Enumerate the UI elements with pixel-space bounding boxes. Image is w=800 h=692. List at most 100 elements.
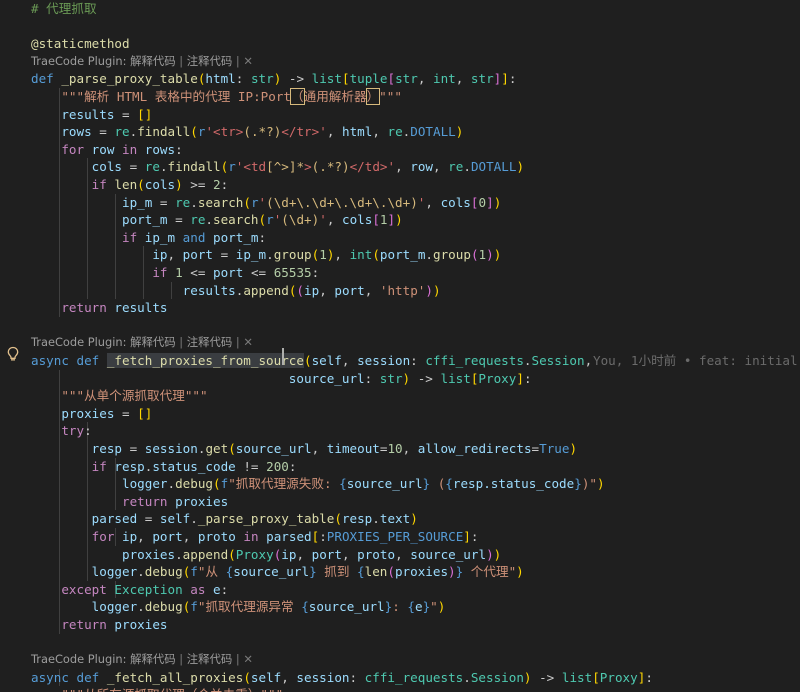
code-token: resp.status_code xyxy=(452,476,575,492)
git-blame-annotation[interactable]: You, 1小时前 • feat: initial c xyxy=(593,352,800,370)
code-line[interactable]: for ip, port, proto in parsed[:PROXIES_P… xyxy=(0,528,800,546)
code-token: int xyxy=(433,71,456,87)
code-token: session xyxy=(296,669,350,685)
code-token: . xyxy=(190,511,198,527)
code-token: ] xyxy=(501,71,509,87)
code-line[interactable]: results = [] xyxy=(0,106,800,124)
code-token: re xyxy=(175,194,191,210)
code-line[interactable]: return proxies xyxy=(0,493,800,511)
code-token: { xyxy=(301,599,309,615)
lightbulb-icon[interactable] xyxy=(6,346,20,362)
code-line[interactable]: parsed = self._parse_proxy_table(resp.te… xyxy=(0,510,800,528)
code-line[interactable]: """解析 HTML 表格中的代理 IP:Port（通用解析器）""" xyxy=(0,88,800,106)
code-line[interactable]: except Exception as e: xyxy=(0,581,800,599)
code-line[interactable]: """从所有源抓取代理（合并去重）""" xyxy=(0,686,800,692)
code-line[interactable]: resp = session.get(source_url, timeout=1… xyxy=(0,440,800,458)
code-line[interactable]: async def _fetch_proxies_from_source(sel… xyxy=(0,352,800,370)
code-token: ) xyxy=(455,124,464,140)
code-line[interactable]: async def _fetch_all_proxies(self, sessi… xyxy=(0,669,800,687)
code-line[interactable] xyxy=(0,634,800,652)
code-token: "抓取代理源异常 xyxy=(197,599,302,615)
code-line[interactable]: rows = re.findall(r'<tr>(.*?)</tr>', htm… xyxy=(0,123,800,141)
code-token: ( xyxy=(296,282,305,298)
code-line[interactable]: proxies = [] xyxy=(0,405,800,423)
code-token: [] xyxy=(137,106,153,122)
code-token: (\d+\.\d+\.\d+\.\d+) xyxy=(266,194,418,210)
code-line[interactable]: return results xyxy=(0,299,800,317)
code-token: = xyxy=(91,124,115,140)
annotate-code-link[interactable]: 注释代码 xyxy=(187,652,233,666)
code-line[interactable]: results.append((ip, port, 'http')) xyxy=(0,282,800,300)
code-token: } xyxy=(574,476,582,492)
code-lens-separator: | xyxy=(175,53,187,68)
code-token: . xyxy=(463,159,471,175)
explain-code-link[interactable]: 解释代码 xyxy=(130,54,176,68)
code-token: '<tr> xyxy=(205,124,244,140)
code-line[interactable] xyxy=(0,317,800,335)
code-token: , xyxy=(341,353,358,368)
code-token: resp xyxy=(91,441,123,456)
code-line[interactable]: logger.debug(f"抓取代理源失败: {source_url} ({r… xyxy=(0,475,800,493)
code-line[interactable]: """从单个源抓取代理""" xyxy=(0,387,800,405)
code-line[interactable]: @staticmethod xyxy=(0,35,800,53)
code-line[interactable]: proxies.append(Proxy(ip, port, proto, so… xyxy=(0,546,800,564)
code-token: { xyxy=(357,564,365,580)
code-token: , xyxy=(326,124,342,140)
code-line[interactable]: try: xyxy=(0,422,800,440)
code-line[interactable]: ip_m = re.search(r'(\d+\.\d+\.\d+\.\d+)'… xyxy=(0,194,800,212)
code-line[interactable]: for row in rows: xyxy=(0,141,800,159)
code-token: timeout xyxy=(326,441,380,456)
code-token: def xyxy=(31,71,62,87)
code-line[interactable]: def _parse_proxy_table(html: str) -> lis… xyxy=(0,70,800,88)
code-token: )" xyxy=(581,476,597,492)
code-token: re xyxy=(387,124,403,140)
code-token: e xyxy=(213,581,221,597)
code-lens-0: TraeCode Plugin: 解释代码 | 注释代码 | ✕ xyxy=(0,53,800,71)
code-token: : xyxy=(410,353,426,368)
code-line[interactable] xyxy=(0,18,800,36)
code-line[interactable]: if resp.status_code != 200: xyxy=(0,458,800,476)
code-line[interactable]: # 代理抓取 xyxy=(0,0,800,18)
code-line[interactable]: if 1 <= port <= 65535: xyxy=(0,264,800,282)
code-token: ip_m xyxy=(122,194,153,210)
code-editor[interactable]: # 代理抓取 @staticmethod TraeCode Plugin: 解释代码… xyxy=(0,0,800,692)
explain-code-link[interactable]: 解释代码 xyxy=(130,652,176,666)
code-token: str xyxy=(395,71,418,87)
code-line[interactable]: port_m = re.search(r'(\d+)', cols[1]) xyxy=(0,211,800,229)
code-token: resp xyxy=(341,511,373,527)
code-token: ) xyxy=(448,564,456,580)
code-line[interactable]: ip, port = ip_m.group(1), int(port_m.gro… xyxy=(0,246,800,264)
code-token: ) xyxy=(486,247,494,263)
close-lens-icon[interactable]: | ✕ xyxy=(232,54,253,68)
code-token: ) xyxy=(516,564,524,580)
close-lens-icon[interactable]: | ✕ xyxy=(232,652,253,666)
code-token: parsed xyxy=(258,529,312,544)
code-line[interactable]: return proxies xyxy=(0,616,800,634)
code-token: for xyxy=(91,529,115,544)
code-token: , xyxy=(395,159,411,175)
code-token: return xyxy=(61,300,107,316)
code-token: findall xyxy=(167,159,221,175)
code-token: 通用解析器 xyxy=(303,89,367,104)
code-token: , xyxy=(455,71,471,87)
code-token: { xyxy=(339,476,347,492)
close-lens-icon[interactable]: | ✕ xyxy=(232,335,253,349)
code-token: { xyxy=(445,476,453,492)
code-token: , xyxy=(167,247,183,263)
code-token: : xyxy=(175,141,183,157)
code-line[interactable]: if ip_m and port_m: xyxy=(0,229,800,247)
code-token: group xyxy=(273,247,312,263)
code-line[interactable]: if len(cols) >= 2: xyxy=(0,176,800,194)
annotate-code-link[interactable]: 注释代码 xyxy=(187,335,233,349)
explain-code-link[interactable]: 解释代码 xyxy=(130,335,176,349)
annotate-code-link[interactable]: 注释代码 xyxy=(187,54,233,68)
code-token: str xyxy=(250,71,274,87)
code-token: parsed xyxy=(91,511,138,527)
code-line[interactable]: cols = re.findall(r'<td[^>]*>(.*?)</td>'… xyxy=(0,158,800,176)
code-line[interactable]: source_url: str) -> list[Proxy]: xyxy=(0,370,800,388)
code-token: </tr>' xyxy=(281,124,327,140)
code-line[interactable]: logger.debug(f"从 {source_url} 抓到 {len(pr… xyxy=(0,563,800,581)
code-line[interactable]: logger.debug(f"抓取代理源异常 {source_url}: {e}… xyxy=(0,598,800,616)
